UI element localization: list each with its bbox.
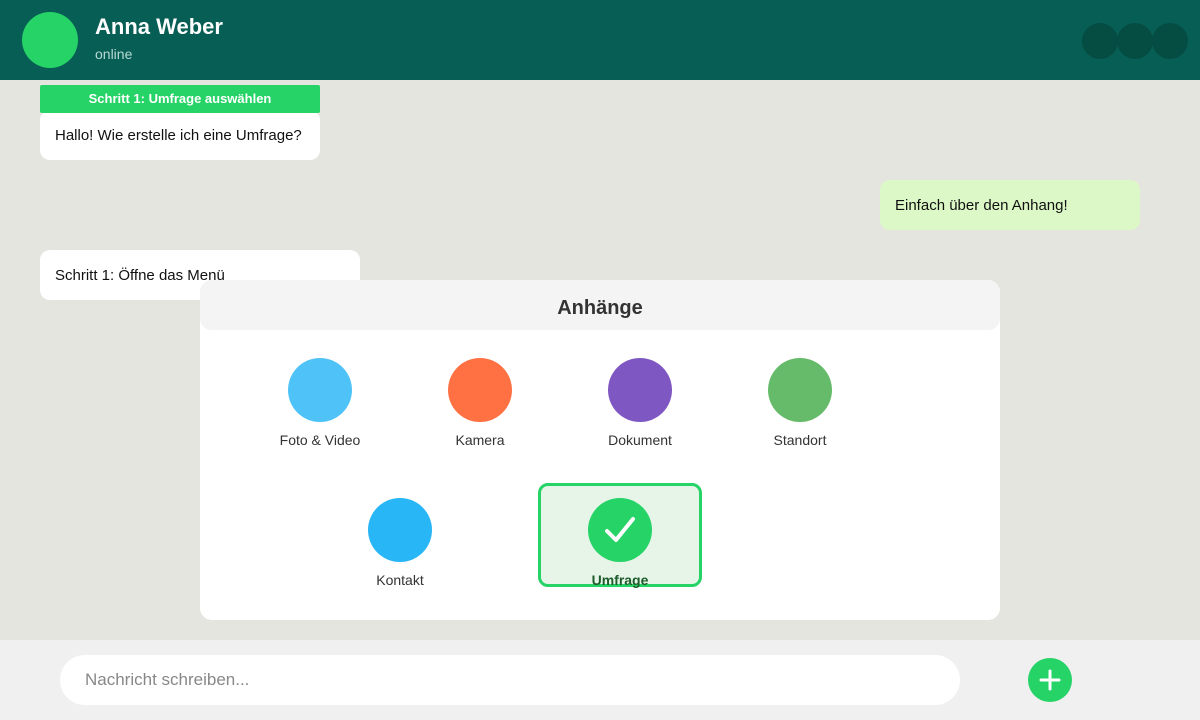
attachment-sheet-title: Anhänge: [200, 280, 1000, 330]
contact-status: online: [95, 46, 133, 62]
checkmark-glyph: [605, 517, 635, 542]
menu-icon[interactable]: [1152, 23, 1188, 59]
option-photo-video-label[interactable]: Foto & Video: [240, 432, 400, 448]
option-document-label[interactable]: Dokument: [560, 432, 720, 448]
camera-icon[interactable]: [448, 358, 512, 422]
plus-glyph: [1039, 669, 1061, 691]
document-icon[interactable]: [608, 358, 672, 422]
contact-avatar[interactable]: [22, 12, 78, 68]
option-camera-label[interactable]: Kamera: [400, 432, 560, 448]
video-call-icon[interactable]: [1082, 23, 1118, 59]
chat-header: Anna Weber online: [0, 0, 1200, 80]
option-location-label[interactable]: Standort: [720, 432, 880, 448]
checkmark-icon[interactable]: [588, 498, 652, 562]
message-outgoing: Einfach über den Anhang!: [880, 180, 1140, 230]
photo-video-icon[interactable]: [288, 358, 352, 422]
contact-name[interactable]: Anna Weber: [95, 14, 223, 40]
message-input[interactable]: [60, 655, 960, 705]
location-icon[interactable]: [768, 358, 832, 422]
phone-icon[interactable]: [1117, 23, 1153, 59]
attachment-sheet: Anhänge Foto & Video Kamera Dokument Sta…: [200, 280, 1000, 620]
step-label: Schritt 1: Umfrage auswählen: [40, 85, 320, 113]
option-poll-label[interactable]: Umfrage: [540, 572, 700, 588]
plus-icon[interactable]: [1028, 658, 1072, 702]
message-incoming: Hallo! Wie erstelle ich eine Umfrage?: [40, 110, 320, 160]
option-contact-label[interactable]: Kontakt: [320, 572, 480, 588]
composer-bar: [0, 640, 1200, 720]
contact-icon[interactable]: [368, 498, 432, 562]
